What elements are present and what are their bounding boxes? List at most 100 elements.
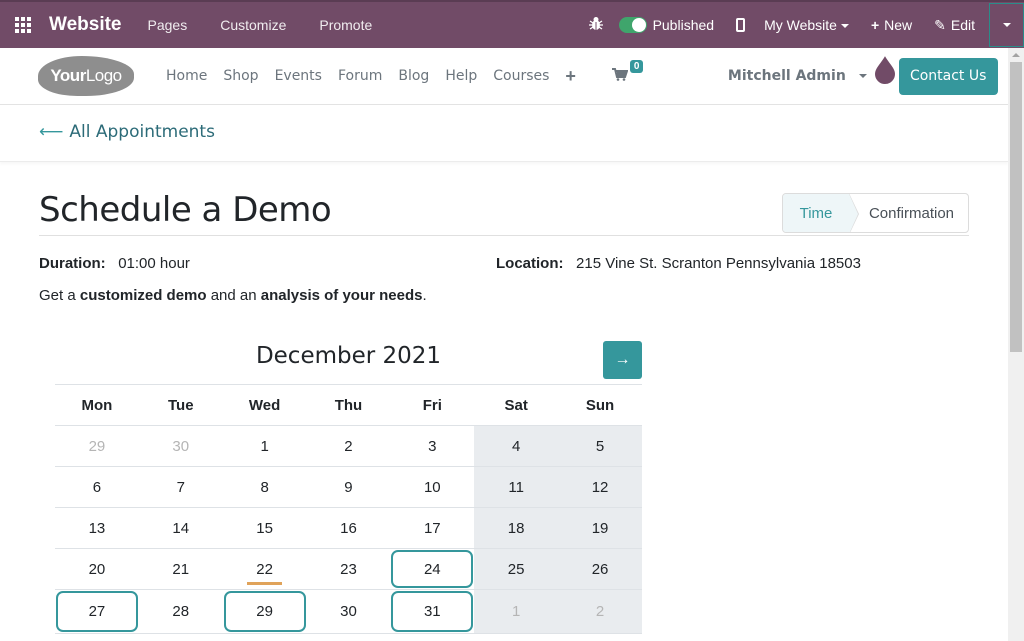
website-switcher-label: My Website <box>764 17 837 33</box>
day-number: 2 <box>344 437 353 455</box>
progress-steps: Time Confirmation <box>782 193 969 233</box>
desc-text: Get a <box>39 287 80 304</box>
calendar-day: 14 <box>138 507 223 549</box>
published-label[interactable]: Published <box>653 17 715 33</box>
calendar-day: 16 <box>306 507 391 549</box>
calendar-week-row: 20 21 22 23 24 25 26 <box>55 548 642 590</box>
new-button[interactable]: + New <box>871 17 912 33</box>
day-number: 5 <box>595 437 605 455</box>
day-number: 19 <box>591 519 609 537</box>
nav-forum[interactable]: Forum <box>338 68 382 84</box>
location-info: Location: 215 Vine St. Scranton Pennsylv… <box>496 255 861 272</box>
calendar-day: 5 <box>558 425 642 467</box>
day-number: 2 <box>595 603 605 620</box>
nav-shop[interactable]: Shop <box>223 68 258 84</box>
day-number: 1 <box>511 603 521 620</box>
calendar-week-row: 6 7 8 9 10 11 12 <box>55 466 642 508</box>
menu-promote[interactable]: Promote <box>319 17 372 33</box>
duration-value: 01:00 hour <box>118 255 190 272</box>
desc-text: . <box>422 287 427 304</box>
calendar-day-available[interactable]: 29 <box>222 589 307 634</box>
duration-info: Duration: 01:00 hour <box>39 255 190 272</box>
today-marker: 22 <box>247 560 282 585</box>
step-time: Time <box>783 194 859 232</box>
main-nav: Home Shop Events Forum Blog Help Courses <box>166 68 565 84</box>
day-number: 9 <box>344 478 353 496</box>
calendar-day-available[interactable]: 27 <box>55 589 139 634</box>
more-dropdown-button[interactable] <box>989 3 1024 47</box>
new-label: New <box>884 17 913 33</box>
available-day-button[interactable]: 24 <box>391 550 474 588</box>
available-day-button[interactable]: 31 <box>391 591 474 632</box>
cart-button[interactable]: 0 <box>611 59 644 85</box>
edit-label: Edit <box>950 16 975 33</box>
day-number: 7 <box>176 478 185 496</box>
logo-light-text: Logo <box>85 66 122 85</box>
calendar-day: 9 <box>306 466 391 508</box>
day-number: 8 <box>260 478 269 496</box>
menu-pages[interactable]: Pages <box>148 17 188 33</box>
next-month-button[interactable]: → <box>603 341 642 379</box>
weekday-header-row: Mon Tue Wed Thu Fri Sat Sun <box>55 384 642 426</box>
day-number: 1 <box>260 437 269 455</box>
page-title: Schedule a Demo <box>39 190 332 230</box>
menu-customize[interactable]: Customize <box>220 17 286 33</box>
calendar-day: 25 <box>474 548 559 590</box>
arrow-left-icon: ⟵ <box>39 122 64 142</box>
day-number: 14 <box>172 519 190 537</box>
debug-bug-icon[interactable] <box>588 16 603 35</box>
scroll-up-arrow-icon[interactable] <box>1012 53 1020 57</box>
duration-label: Duration: <box>39 255 106 272</box>
calendar-day: 22 <box>222 548 307 590</box>
contact-us-button[interactable]: Contact Us <box>898 57 998 95</box>
day-number: 18 <box>507 519 525 537</box>
vertical-scrollbar[interactable] <box>1008 48 1024 641</box>
desc-bold: analysis of your needs <box>260 287 423 304</box>
calendar-day: 1 <box>474 589 559 634</box>
nav-home[interactable]: Home <box>166 68 207 84</box>
back-bar: ⟵ All Appointments <box>0 105 1008 162</box>
all-appointments-label: All Appointments <box>69 122 215 142</box>
published-toggle[interactable] <box>618 17 647 33</box>
app-brand[interactable]: Website <box>49 14 122 36</box>
weekday-header: Thu <box>306 384 391 426</box>
location-label: Location: <box>496 255 564 272</box>
nav-blog[interactable]: Blog <box>398 68 429 84</box>
calendar-day: 15 <box>222 507 307 549</box>
day-number: 23 <box>340 560 357 578</box>
all-appointments-link[interactable]: ⟵ All Appointments <box>39 122 215 142</box>
apps-menu-icon[interactable] <box>15 17 37 33</box>
calendar-day: 8 <box>222 466 307 508</box>
calendar-day-available[interactable]: 24 <box>390 548 475 590</box>
weekday-header: Fri <box>390 384 475 426</box>
calendar-day: 17 <box>390 507 475 549</box>
edit-button[interactable]: ✎ Edit <box>934 17 975 34</box>
website-switcher[interactable]: My Website <box>764 17 849 33</box>
available-day-button[interactable]: 27 <box>56 591 138 632</box>
calendar-day: 30 <box>138 425 223 467</box>
nav-help[interactable]: Help <box>445 68 477 84</box>
day-number: 10 <box>423 478 441 496</box>
calendar-day: 6 <box>55 466 139 508</box>
calendar-day: 29 <box>55 425 139 467</box>
nav-events[interactable]: Events <box>275 68 322 84</box>
user-menu[interactable]: Mitchell Admin <box>728 68 867 84</box>
weekday-header: Sat <box>474 384 559 426</box>
scrollbar-thumb[interactable] <box>1010 62 1022 352</box>
cart-count-badge: 0 <box>629 59 644 73</box>
site-logo[interactable]: Your Logo <box>38 56 134 96</box>
calendar-day: 10 <box>390 466 475 508</box>
day-number: 12 <box>591 478 609 496</box>
calendar: Mon Tue Wed Thu Fri Sat Sun 29 30 1 2 3 4 5 6 7 8 9 10 11 1… <box>55 384 642 634</box>
nav-courses[interactable]: Courses <box>493 68 549 84</box>
day-number: 30 <box>172 437 190 455</box>
arrow-right-icon: → <box>614 351 631 368</box>
day-number: 11 <box>508 478 524 496</box>
calendar-day-available[interactable]: 31 <box>390 589 475 634</box>
available-day-button[interactable]: 29 <box>223 591 306 632</box>
add-menu-plus-icon[interactable]: + <box>565 66 576 87</box>
mobile-preview-icon[interactable] <box>736 18 746 32</box>
day-number: 4 <box>511 437 521 455</box>
appointment-description: Get a customized demo and an analysis of… <box>39 287 427 304</box>
day-number: 29 <box>88 437 106 455</box>
